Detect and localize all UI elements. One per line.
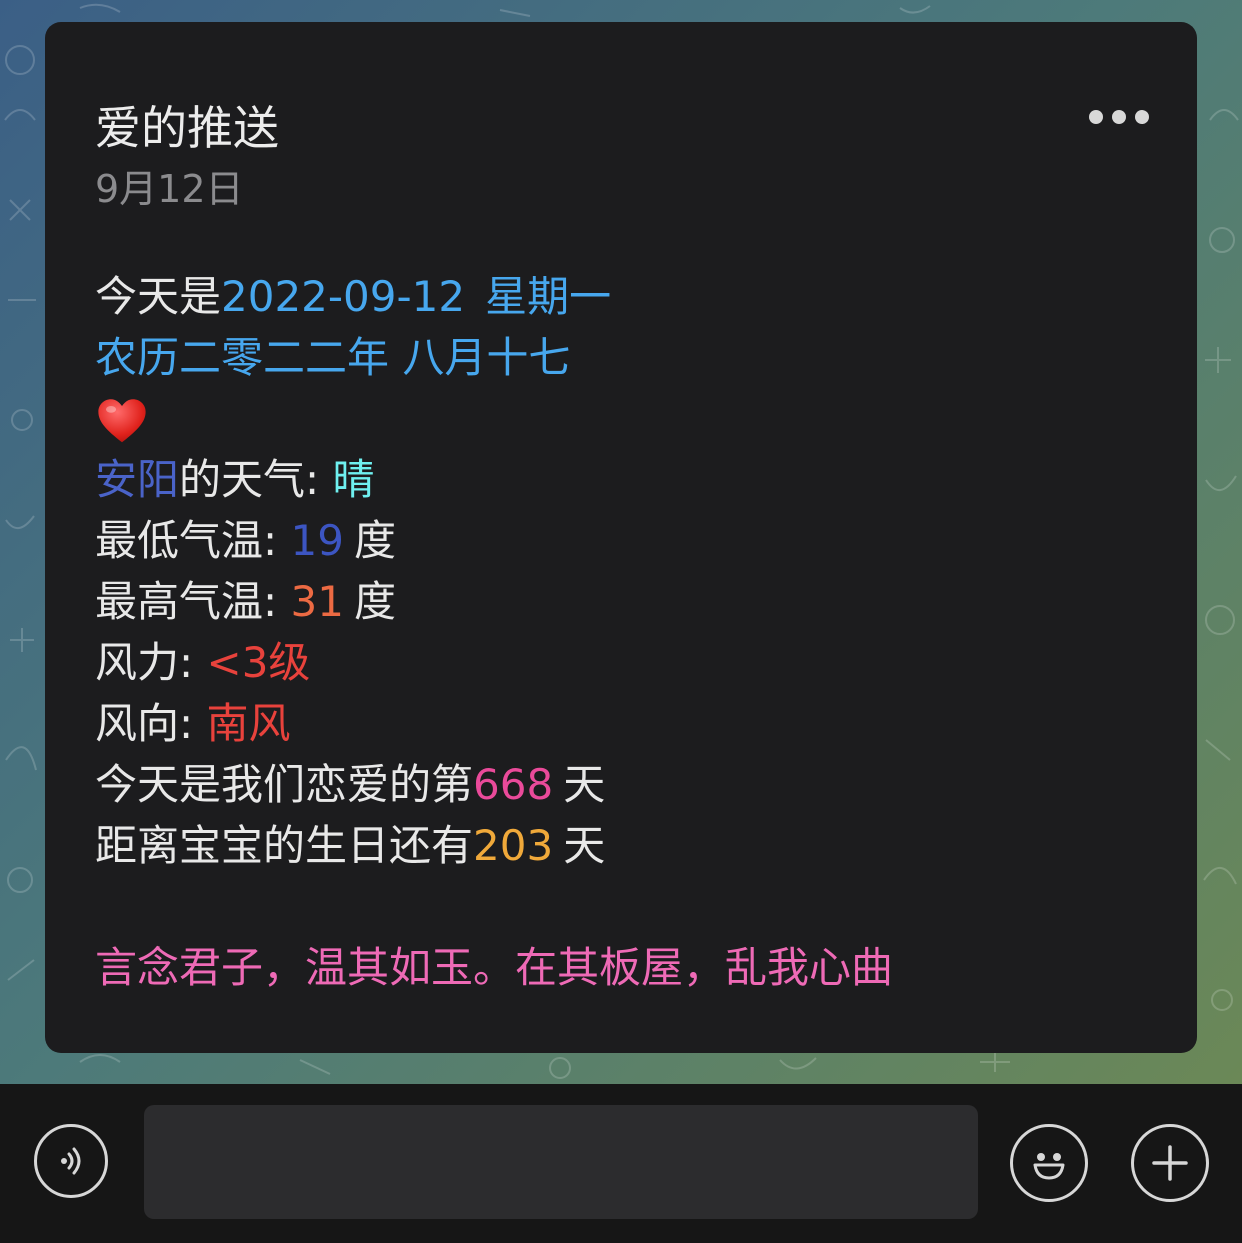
love-days-value: 668: [473, 760, 554, 809]
wind-force-line: 风力: <3级: [95, 632, 893, 693]
message-body: 今天是2022-09-12 星期一 农历二零二二年 八月十七 安阳的天气: 晴 最…: [95, 266, 893, 998]
love-days-suffix: 天: [563, 760, 606, 809]
more-dot: [1112, 110, 1126, 124]
plus-icon: [1152, 1145, 1188, 1181]
weather-label: 的天气:: [179, 455, 333, 504]
message-date: 9月12日: [95, 167, 244, 211]
heart-line: [95, 388, 893, 449]
wind-force-label: 风力:: [95, 638, 207, 687]
weekday: 星期一: [485, 272, 612, 321]
birthday-suffix: 天: [563, 821, 606, 870]
poem-line: 言念君子，温其如玉。在其板屋，乱我心曲: [95, 943, 894, 992]
love-days-line: 今天是我们恋爱的第668 天: [95, 754, 893, 815]
chat-input-bar: [0, 1084, 1242, 1243]
city-name: 安阳: [95, 455, 180, 504]
weather-value: 晴: [332, 455, 375, 504]
low-temp-line: 最低气温: 19 度: [95, 510, 893, 571]
love-days-prefix: 今天是我们恋爱的第: [95, 760, 474, 809]
birthday-line: 距离宝宝的生日还有203 天: [95, 815, 893, 876]
date-prefix: 今天是: [95, 272, 222, 321]
wind-direction-label: 风向:: [95, 699, 207, 748]
solar-date: 2022-09-12: [221, 272, 466, 321]
smiley-icon: [1033, 1153, 1065, 1180]
more-dot: [1135, 110, 1149, 124]
message-bubble: 爱的推送 9月12日 今天是2022-09-12 星期一 农历二零二二年 八月十七: [45, 22, 1197, 1053]
weather-line: 安阳的天气: 晴: [95, 449, 893, 510]
more-functions-button[interactable]: [1131, 1124, 1209, 1202]
date-line: 今天是2022-09-12 星期一: [95, 266, 893, 327]
low-temp-value: 19: [290, 516, 344, 565]
message-title: 爱的推送: [95, 101, 279, 155]
high-temp-label: 最高气温:: [95, 577, 291, 626]
wind-direction-line: 风向: 南风: [95, 693, 893, 754]
lunar-date: 农历二零二二年 八月十七: [95, 333, 571, 382]
high-temp-line: 最高气温: 31 度: [95, 571, 893, 632]
birthday-days-value: 203: [473, 821, 554, 870]
wind-direction-value: 南风: [206, 699, 291, 748]
message-input[interactable]: [144, 1105, 978, 1219]
voice-input-button[interactable]: [34, 1124, 108, 1198]
more-options-icon[interactable]: [1089, 110, 1149, 124]
wind-force-value: <3级: [206, 638, 311, 687]
voice-icon: [61, 1147, 81, 1175]
more-dot: [1089, 110, 1103, 124]
emoji-button[interactable]: [1010, 1124, 1088, 1202]
low-temp-unit: 度: [353, 516, 396, 565]
red-heart-icon: [98, 398, 146, 442]
low-temp-label: 最低气温:: [95, 516, 291, 565]
birthday-prefix: 距离宝宝的生日还有: [95, 821, 474, 870]
high-temp-value: 31: [290, 577, 344, 626]
high-temp-unit: 度: [353, 577, 396, 626]
